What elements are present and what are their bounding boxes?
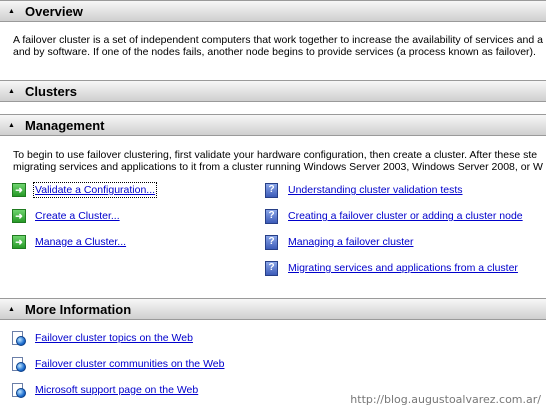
green-arrow-icon: ➜ xyxy=(12,235,26,249)
web-link-label[interactable]: Failover cluster topics on the Web xyxy=(35,332,193,344)
help-icon: ? xyxy=(265,234,278,250)
help-link-label[interactable]: Migrating services and applications from… xyxy=(288,262,518,274)
management-title: Management xyxy=(25,117,105,133)
management-description-line1: To begin to use failover clustering, fir… xyxy=(13,149,538,161)
web-page-icon xyxy=(12,356,26,372)
manage-cluster-action[interactable]: ➜ Manage a Cluster... xyxy=(12,233,126,251)
overview-section-header[interactable]: ▲ Overview xyxy=(0,0,546,22)
more-information-section-header[interactable]: ▲ More Information xyxy=(0,298,546,320)
create-cluster-action[interactable]: ➜ Create a Cluster... xyxy=(12,207,120,225)
overview-title: Overview xyxy=(25,3,83,19)
help-link-label[interactable]: Managing a failover cluster xyxy=(288,236,413,248)
green-arrow-icon: ➜ xyxy=(12,209,26,223)
collapse-chevron-icon[interactable]: ▲ xyxy=(8,306,16,313)
validate-configuration-link[interactable]: Validate a Configuration... xyxy=(32,182,158,198)
collapse-chevron-icon[interactable]: ▲ xyxy=(8,122,16,129)
web-link-support[interactable]: Microsoft support page on the Web xyxy=(12,381,198,399)
clusters-section-header[interactable]: ▲ Clusters xyxy=(0,80,546,102)
help-link-label[interactable]: Understanding cluster validation tests xyxy=(288,184,463,196)
collapse-chevron-icon[interactable]: ▲ xyxy=(8,88,16,95)
manage-cluster-link[interactable]: Manage a Cluster... xyxy=(35,236,126,248)
collapse-chevron-icon[interactable]: ▲ xyxy=(8,8,16,15)
validate-configuration-action[interactable]: ➜ Validate a Configuration... xyxy=(12,181,158,199)
web-page-icon xyxy=(12,382,26,398)
blog-watermark: http://blog.augustoalvarez.com.ar/ xyxy=(348,393,541,406)
help-icon: ? xyxy=(265,182,278,198)
help-icon: ? xyxy=(265,208,278,224)
web-link-communities[interactable]: Failover cluster communities on the Web xyxy=(12,355,224,373)
clusters-title: Clusters xyxy=(25,83,78,99)
web-page-icon xyxy=(12,330,26,346)
web-link-label[interactable]: Failover cluster communities on the Web xyxy=(35,358,224,370)
help-link-migrating-services[interactable]: ? Migrating services and applications fr… xyxy=(265,259,518,277)
management-section-header[interactable]: ▲ Management xyxy=(0,114,546,136)
help-link-creating-cluster[interactable]: ? Creating a failover cluster or adding … xyxy=(265,207,523,225)
web-link-topics[interactable]: Failover cluster topics on the Web xyxy=(12,329,193,347)
create-cluster-link[interactable]: Create a Cluster... xyxy=(35,210,120,222)
help-link-managing-cluster[interactable]: ? Managing a failover cluster xyxy=(265,233,413,251)
green-arrow-icon: ➜ xyxy=(12,183,26,197)
overview-description-line2: and by software. If one of the nodes fai… xyxy=(13,46,536,58)
management-description-line2: migrating services and applications to i… xyxy=(13,161,543,173)
help-link-label[interactable]: Creating a failover cluster or adding a … xyxy=(288,210,523,222)
help-icon: ? xyxy=(265,260,278,276)
more-information-title: More Information xyxy=(25,301,132,317)
overview-description-line1: A failover cluster is a set of independe… xyxy=(13,34,543,46)
web-link-label[interactable]: Microsoft support page on the Web xyxy=(35,384,198,396)
help-link-validation-tests[interactable]: ? Understanding cluster validation tests xyxy=(265,181,463,199)
